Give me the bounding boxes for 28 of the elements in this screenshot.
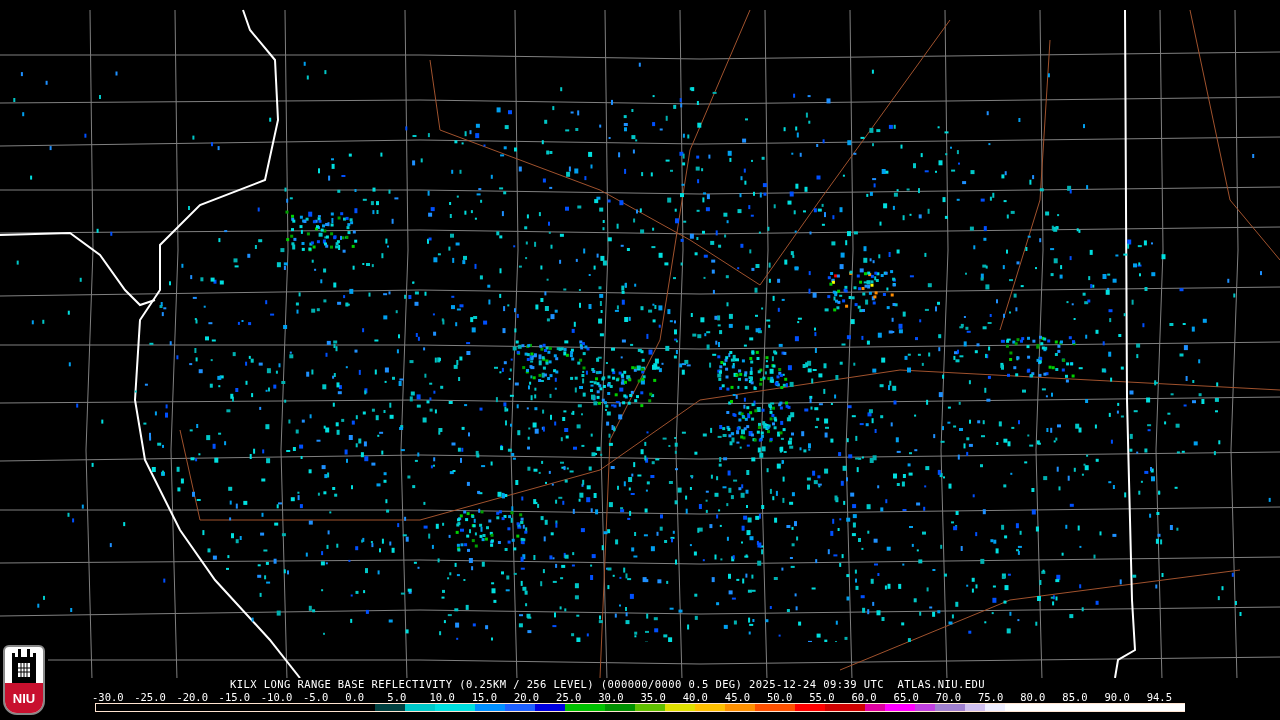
scale-label: 45.0 <box>724 691 752 703</box>
scale-label: 10.0 <box>429 691 456 703</box>
scale-label: -10.0 <box>260 691 294 703</box>
scale-label: -5.0 <box>302 691 330 703</box>
scale-label: 60.0 <box>851 691 878 703</box>
scale-label: 55.0 <box>809 691 836 703</box>
scale-label: 30.0 <box>598 691 625 703</box>
scale-label: 20.0 <box>513 691 541 703</box>
scale-label: -15.0 <box>218 691 252 703</box>
scale-label: -25.0 <box>134 691 167 703</box>
scale-label: 90.0 <box>1104 691 1131 703</box>
scale-label: 70.0 <box>935 691 963 703</box>
scale-label: 5.0 <box>387 691 408 703</box>
scale-label: 25.0 <box>556 691 583 703</box>
scale-label: 35.0 <box>640 691 667 703</box>
scale-label: 0.0 <box>345 691 366 703</box>
scale-label: -30.0 <box>92 691 125 703</box>
scale-label: -20.0 <box>176 691 209 703</box>
logo-text: NIU <box>5 683 43 713</box>
scale-label: 15.0 <box>471 691 498 703</box>
map-caption: KILX LONG RANGE BASE REFLECTIVITY (0.25KM / 256 LEVEL) (000000/0000 0.5 DEG) 2025-12-24 09:39 UTC ATLAS.NIU.EDU <box>230 678 986 691</box>
scale-label: 50.0 <box>767 691 794 703</box>
scale-label: 40.0 <box>682 691 709 703</box>
scale-label: 80.0 <box>1020 691 1047 703</box>
scale-label: 65.0 <box>893 691 920 703</box>
scale-label: 85.0 <box>1062 691 1089 703</box>
scale-label: 75.0 <box>977 691 1005 703</box>
scale-label: 94.5 <box>1146 691 1173 703</box>
